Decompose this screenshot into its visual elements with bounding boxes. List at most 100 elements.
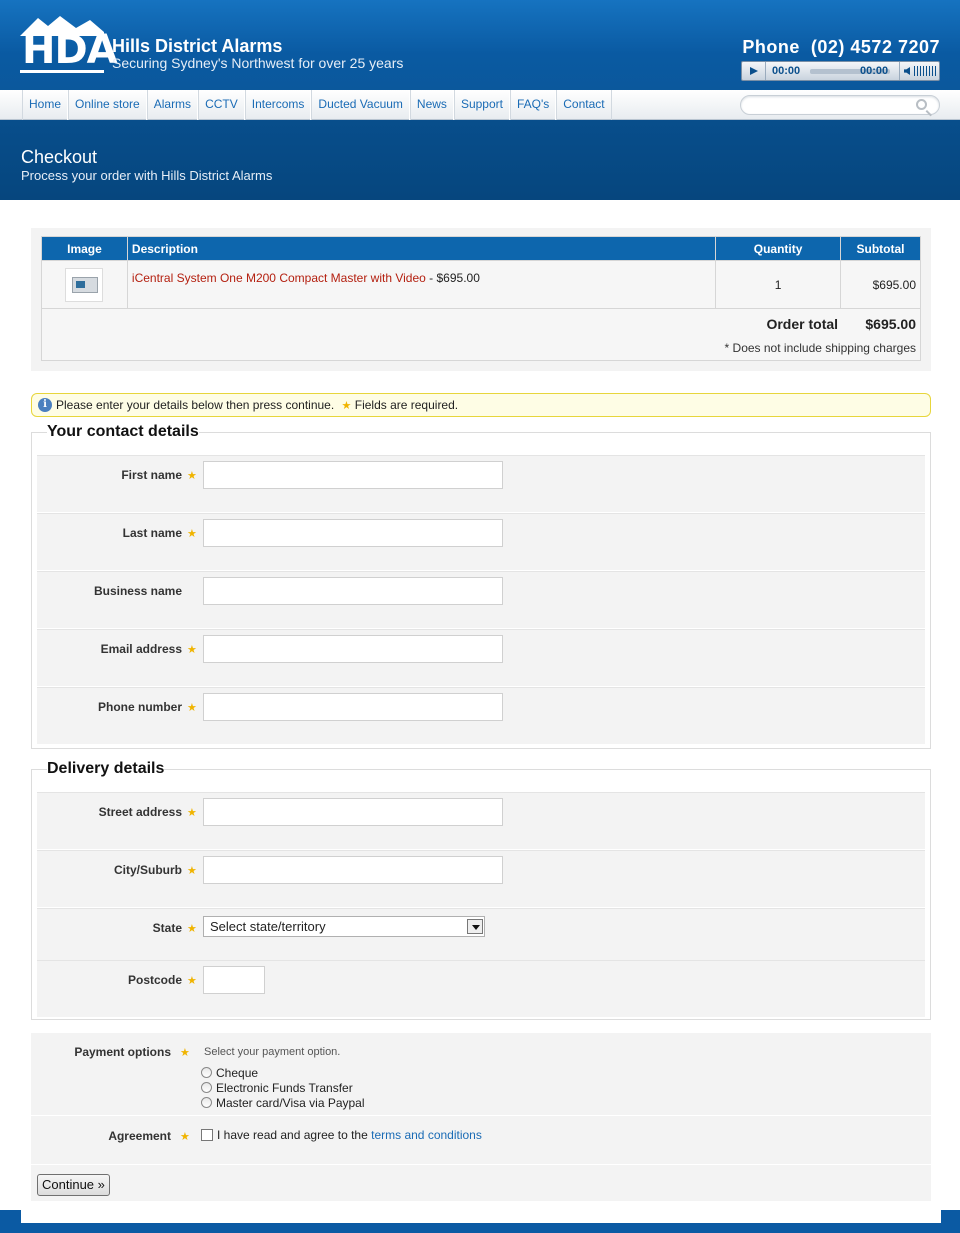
- last-name-field[interactable]: [203, 519, 503, 547]
- required-star-icon: ★: [187, 865, 197, 877]
- phone-label: Phone number: [97, 700, 182, 714]
- first-name-field[interactable]: [203, 461, 503, 489]
- state-selected-value: Select state/territory: [210, 919, 326, 934]
- nav-item-ducted-vacuum[interactable]: Ducted Vacuum: [311, 90, 410, 120]
- continue-button[interactable]: Continue »: [37, 1174, 110, 1196]
- payment-option-paypal[interactable]: Master card/Visa via Paypal: [201, 1096, 365, 1110]
- form-row-business-name: Business name: [37, 571, 925, 628]
- logo-underline: [20, 70, 104, 73]
- info-icon: i: [38, 398, 52, 412]
- product-link[interactable]: iCentral System One M200 Compact Master …: [132, 271, 426, 285]
- notice-required-text: Fields are required.: [354, 398, 459, 412]
- site-name: Hills District Alarms: [112, 36, 283, 56]
- required-star-icon: ★: [180, 1047, 190, 1059]
- cart-item-quantity: 1: [715, 260, 842, 309]
- required-star-icon: ★: [187, 644, 197, 656]
- radio-paypal[interactable]: [201, 1097, 212, 1108]
- required-star-icon: ★: [187, 470, 197, 482]
- form-row-phone: Phone number ★: [37, 687, 925, 744]
- cart-header-row: Image Description Quantity Subtotal: [41, 236, 921, 261]
- first-name-label: First name: [121, 468, 182, 482]
- radio-cheque[interactable]: [201, 1067, 212, 1078]
- product-price: - $695.00: [425, 271, 480, 285]
- logo[interactable]: HDA: [20, 14, 118, 73]
- cart-section: Image Description Quantity Subtotal iCen…: [31, 228, 931, 371]
- payment-section: Payment options ★ Select your payment op…: [31, 1033, 931, 1201]
- form-row-street: Street address ★: [37, 792, 925, 849]
- cart-header-subtotal: Subtotal: [840, 236, 921, 261]
- state-label: State: [152, 921, 182, 935]
- page-title: Checkout: [21, 147, 98, 167]
- form-row-city: City/Suburb ★: [37, 850, 925, 907]
- form-row-state: State ★ Select state/territory: [37, 908, 925, 960]
- nav-item-faqs[interactable]: FAQ's: [509, 90, 557, 120]
- product-image-icon: [72, 276, 99, 293]
- street-label: Street address: [98, 805, 182, 819]
- phone-number: Phone (02) 4572 7207: [742, 37, 940, 57]
- divider: [31, 1164, 931, 1165]
- page-subtitle: Process your order with Hills District A…: [21, 168, 273, 183]
- state-select[interactable]: Select state/territory: [203, 916, 485, 937]
- divider: [31, 1115, 931, 1116]
- nav-item-alarms[interactable]: Alarms: [146, 90, 199, 120]
- nav-item-support[interactable]: Support: [453, 90, 510, 120]
- nav-item-news[interactable]: News: [409, 90, 454, 120]
- city-field[interactable]: [203, 856, 503, 884]
- cart-total-row: Order total $695.00 * Does not include s…: [41, 308, 921, 361]
- street-address-field[interactable]: [203, 798, 503, 826]
- required-star-icon: ★: [341, 400, 352, 412]
- postcode-field[interactable]: [203, 966, 265, 994]
- search-input[interactable]: [740, 95, 940, 115]
- agreement-checkbox-row: I have read and agree to the terms and c…: [201, 1128, 482, 1142]
- play-icon[interactable]: [742, 62, 766, 80]
- terms-link[interactable]: terms and conditions: [371, 1128, 482, 1142]
- main-nav: Home Online store Alarms CCTV Intercoms …: [22, 90, 612, 120]
- nav-item-intercoms[interactable]: Intercoms: [244, 90, 312, 120]
- phone-field[interactable]: [203, 693, 503, 721]
- nav-item-online-store[interactable]: Online store: [68, 90, 147, 120]
- site-header: HDA Hills District Alarms Securing Sydne…: [0, 0, 960, 90]
- cart-table: Image Description Quantity Subtotal iCen…: [41, 236, 921, 361]
- business-name-label: Business name: [93, 584, 182, 598]
- radio-eft[interactable]: [201, 1082, 212, 1093]
- player-current-time: 00:00: [772, 65, 801, 77]
- form-row-postcode: Postcode ★: [37, 960, 925, 1017]
- email-field[interactable]: [203, 635, 503, 663]
- search-icon[interactable]: [916, 99, 927, 110]
- nav-item-contact[interactable]: Contact: [556, 90, 612, 120]
- volume-bars[interactable]: [914, 66, 936, 76]
- agreement-checkbox[interactable]: [201, 1129, 213, 1141]
- notice-text: Please enter your details below then pre…: [56, 398, 335, 412]
- required-star-icon: ★: [187, 923, 197, 935]
- cart-header-quantity: Quantity: [715, 236, 842, 261]
- agreement-label: Agreement: [108, 1129, 171, 1143]
- order-total-value: $695.00: [865, 316, 916, 332]
- table-row: iCentral System One M200 Compact Master …: [41, 260, 921, 309]
- cart-header-description: Description: [126, 236, 717, 261]
- nav-item-home[interactable]: Home: [22, 90, 69, 120]
- required-star-icon: ★: [187, 702, 197, 714]
- chevron-down-icon[interactable]: [467, 919, 483, 934]
- payment-hint: Select your payment option.: [204, 1046, 341, 1058]
- agreement-text: I have read and agree to the: [217, 1128, 372, 1142]
- payment-option-eft[interactable]: Electronic Funds Transfer: [201, 1081, 353, 1095]
- contact-details-fieldset: Your contact details First name ★ Last n…: [31, 423, 931, 749]
- volume-icon: [904, 67, 910, 75]
- form-row-last-name: Last name ★: [37, 513, 925, 570]
- postcode-label: Postcode: [127, 973, 182, 987]
- player-volume[interactable]: [899, 62, 939, 80]
- site-tagline: Securing Sydney's Northwest for over 25 …: [112, 55, 404, 71]
- form-row-first-name: First name ★: [37, 455, 925, 512]
- payment-option-cheque[interactable]: Cheque: [201, 1066, 258, 1080]
- product-thumbnail[interactable]: [65, 267, 104, 302]
- notice-bar: i Please enter your details below then p…: [31, 393, 931, 417]
- cart-item-description: iCentral System One M200 Compact Master …: [126, 260, 717, 309]
- nav-item-cctv[interactable]: CCTV: [198, 90, 245, 120]
- cart-item-image-cell: [41, 260, 128, 309]
- city-label: City/Suburb: [114, 863, 182, 877]
- form-row-email: Email address ★: [37, 629, 925, 686]
- last-name-label: Last name: [122, 526, 182, 540]
- business-name-field[interactable]: [203, 577, 503, 605]
- required-star-icon: ★: [187, 528, 197, 540]
- required-star-icon: ★: [187, 807, 197, 819]
